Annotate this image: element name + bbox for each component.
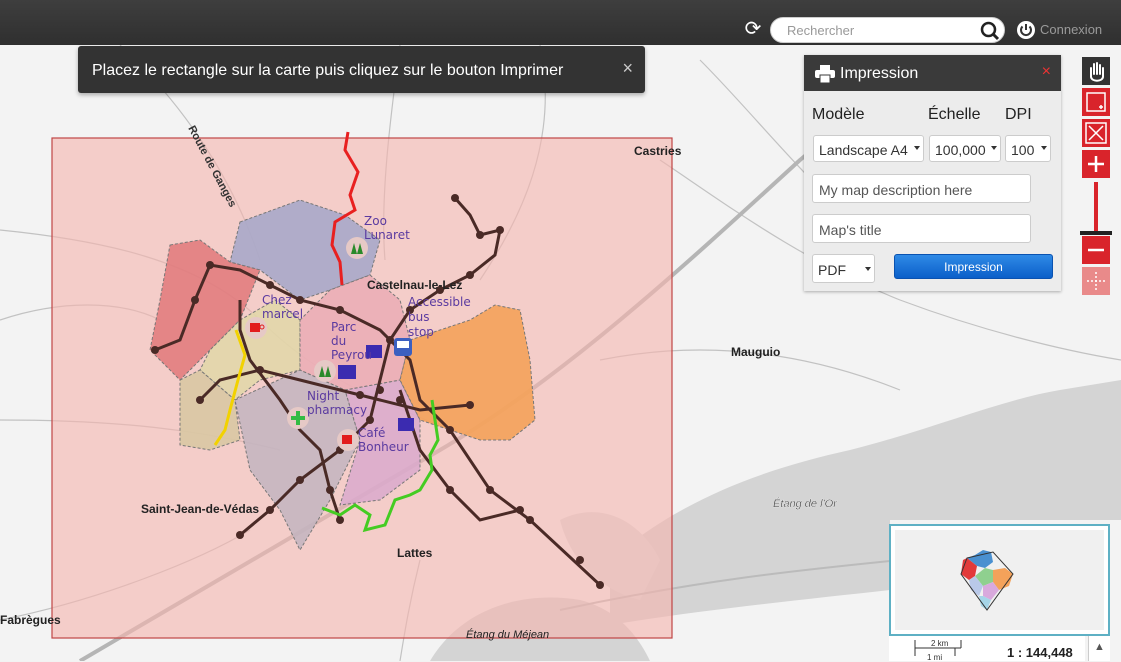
scale-label: Échelle <box>928 106 981 123</box>
label-night: Night <box>307 389 340 403</box>
zoom-box-icon <box>1086 92 1106 112</box>
label-zoo-1: Zoo <box>364 214 387 228</box>
label-bonheur: Bonheur <box>358 440 409 454</box>
label-bus: bus <box>408 310 429 324</box>
map-title-input[interactable]: Map's title <box>812 214 1031 243</box>
scale-select-value: 100,000 <box>935 142 986 158</box>
label-lattes: Lattes <box>397 546 433 560</box>
pan-hand-button[interactable] <box>1082 57 1110 85</box>
minus-icon <box>1088 248 1104 252</box>
label-mauguio: Mauguio <box>731 345 780 359</box>
dpi-select[interactable]: 100 <box>1005 135 1051 162</box>
label-saint-jean-de-vedas: Saint-Jean-de-Védas <box>141 502 259 516</box>
format-select[interactable]: PDF <box>812 254 875 283</box>
overview-map-canvas[interactable] <box>895 530 1104 630</box>
label-etang-de-l-or: Étang de l'Or <box>773 497 838 510</box>
scale-select[interactable]: 100,000 <box>929 135 1001 162</box>
label-cafe: Café <box>358 426 385 440</box>
scale-ratio: 1 : 144,448 <box>1007 645 1073 660</box>
label-castries: Castries <box>634 144 682 158</box>
label-zoo-2: Lunaret <box>364 228 410 242</box>
print-panel: Impression × Modèle Échelle DPI Landscap… <box>804 55 1061 291</box>
full-extent-button[interactable] <box>1082 119 1110 147</box>
cafe-icon-2[interactable] <box>337 429 359 451</box>
zoom-in-button[interactable] <box>1082 150 1110 178</box>
label-peyrou: Peyrou <box>331 348 372 362</box>
search-input[interactable] <box>785 22 979 39</box>
navigation-button[interactable] <box>1082 267 1110 295</box>
print-button[interactable]: Impression <box>894 254 1053 279</box>
model-select-value: Landscape A4 <box>819 142 908 158</box>
search-box[interactable] <box>770 17 1005 43</box>
print-panel-header: Impression × <box>804 55 1061 91</box>
toast-close-button[interactable]: × <box>622 58 633 79</box>
zoom-out-button[interactable] <box>1082 236 1110 264</box>
plus-icon <box>1088 156 1104 172</box>
label-accessible: Accessible <box>408 295 471 309</box>
label-fabregues: Fabrègues <box>0 613 61 627</box>
hand-icon <box>1090 62 1104 82</box>
label-etang-du-mejean: Étang du Méjean <box>466 628 549 641</box>
print-panel-close-button[interactable]: × <box>1042 63 1051 81</box>
label-marcel: marcel <box>262 307 303 321</box>
expand-icon <box>1085 122 1107 144</box>
park-icon-2[interactable] <box>314 360 336 382</box>
print-panel-title: Impression <box>840 65 919 82</box>
label-du: du <box>331 334 346 348</box>
overview-toggle-button[interactable]: ▲ <box>1088 636 1110 661</box>
map-description-input[interactable]: My map description here <box>812 174 1031 203</box>
zoom-box-button[interactable] <box>1082 88 1110 116</box>
label-stop: stop <box>408 325 434 339</box>
overview-map[interactable] <box>889 524 1110 636</box>
dpi-select-value: 100 <box>1011 142 1035 158</box>
chevron-down-icon <box>1041 146 1047 150</box>
chevron-down-icon <box>914 146 920 150</box>
model-label: Modèle <box>812 106 865 123</box>
format-select-value: PDF <box>818 262 846 278</box>
bus-icon[interactable] <box>394 338 412 356</box>
toast-message: Placez le rectangle sur la carte puis cl… <box>92 62 564 79</box>
zoom-slider-handle[interactable] <box>1080 231 1112 235</box>
label-pharmacy: pharmacy <box>307 403 367 417</box>
dpi-label: DPI <box>1005 106 1032 123</box>
pharmacy-icon[interactable] <box>287 407 309 429</box>
chevron-down-icon <box>865 267 871 271</box>
scale-km: 2 km <box>931 639 949 648</box>
refresh-icon[interactable]: ⟳ <box>742 18 764 40</box>
search-icon[interactable] <box>980 21 1000 41</box>
printer-icon <box>815 65 835 83</box>
print-instruction-toast: Placez le rectangle sur la carte puis cl… <box>78 46 645 93</box>
login-link[interactable]: Connexion <box>1040 22 1102 37</box>
power-icon[interactable] <box>1016 20 1036 40</box>
label-chez: Chez <box>262 293 292 307</box>
arrows-icon <box>1087 272 1105 290</box>
label-parc: Parc <box>331 320 356 334</box>
zoom-slider-track[interactable] <box>1094 182 1098 234</box>
scale-line <box>914 640 962 656</box>
chevron-down-icon <box>991 146 997 150</box>
model-select[interactable]: Landscape A4 <box>813 135 924 162</box>
label-castelnau: Castelnau-le-Lez <box>367 278 462 292</box>
